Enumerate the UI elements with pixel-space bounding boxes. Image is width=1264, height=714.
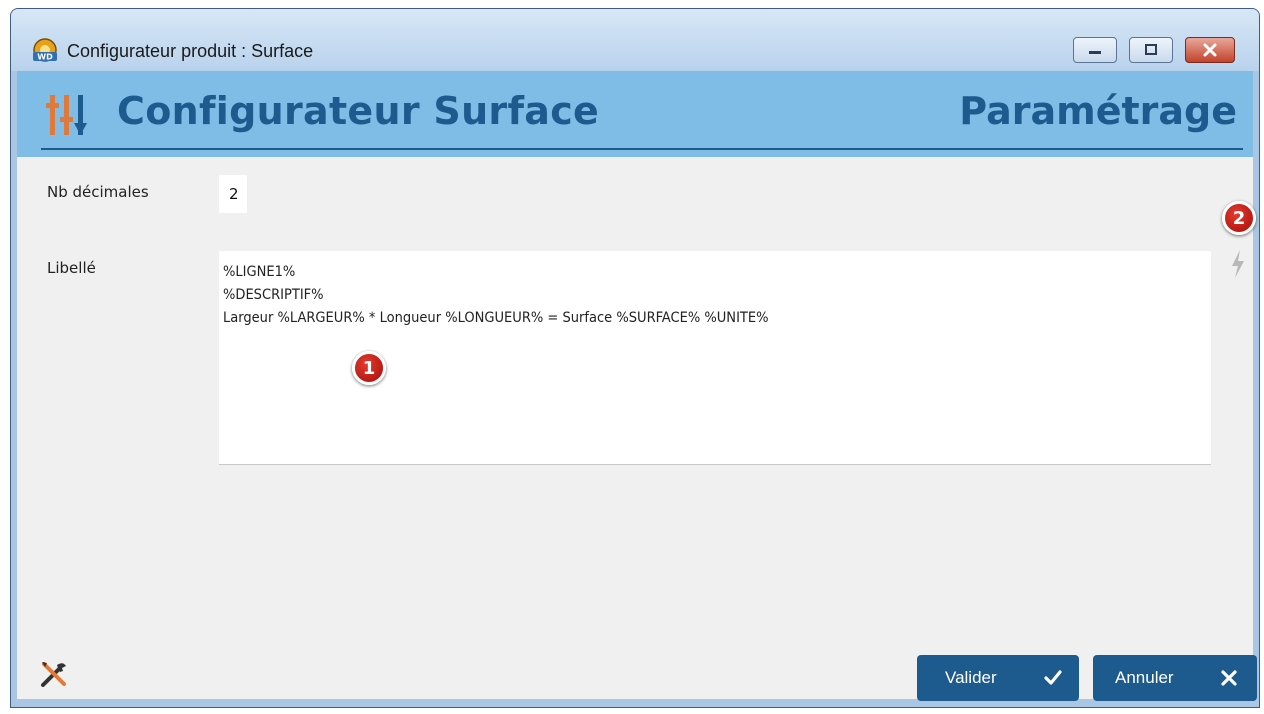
tools-icon[interactable] — [39, 659, 69, 689]
close-icon — [1203, 43, 1217, 57]
close-button[interactable] — [1185, 37, 1235, 63]
cancel-button[interactable]: Annuler — [1093, 655, 1257, 701]
header-underline — [41, 148, 1243, 150]
minimize-button[interactable] — [1073, 37, 1117, 63]
configurator-window: WD Configurateur produit : Surface Confi… — [10, 8, 1260, 708]
windev-app-icon: WD — [33, 38, 57, 62]
sliders-icon — [46, 95, 87, 135]
svg-text:WD: WD — [37, 53, 53, 62]
libelle-label: Libellé — [47, 259, 96, 277]
bolt-icon[interactable] — [1229, 249, 1247, 279]
libelle-line-1: %LIGNE1% — [223, 264, 296, 280]
maximize-icon — [1145, 44, 1157, 55]
minimize-icon — [1089, 51, 1101, 54]
dialog-title: Configurateur Surface — [117, 89, 600, 133]
annotation-badge-1: 1 — [352, 351, 386, 385]
section-title: Paramétrage — [959, 89, 1237, 133]
libelle-line-2: %DESCRIPTIF% — [223, 287, 324, 303]
checkmark-icon — [1044, 670, 1062, 685]
dialog-header: Configurateur Surface Paramétrage — [17, 71, 1253, 157]
decimals-label: Nb décimales — [47, 183, 149, 201]
annotation-badge-2: 2 — [1222, 201, 1256, 235]
validate-button-label: Valider — [945, 668, 997, 687]
cancel-button-label: Annuler — [1115, 668, 1174, 687]
window-title: Configurateur produit : Surface — [67, 41, 314, 61]
libelle-line-3: Largeur %LARGEUR% * Longueur %LONGUEUR% … — [223, 310, 769, 326]
dialog-body: Configurateur Surface Paramétrage Nb déc… — [17, 71, 1257, 701]
maximize-button[interactable] — [1129, 37, 1173, 63]
cross-icon — [1221, 670, 1237, 686]
decimals-input[interactable]: 2 — [219, 175, 247, 213]
validate-button[interactable]: Valider — [917, 655, 1079, 701]
title-bar[interactable]: WD Configurateur produit : Surface — [11, 9, 1259, 71]
